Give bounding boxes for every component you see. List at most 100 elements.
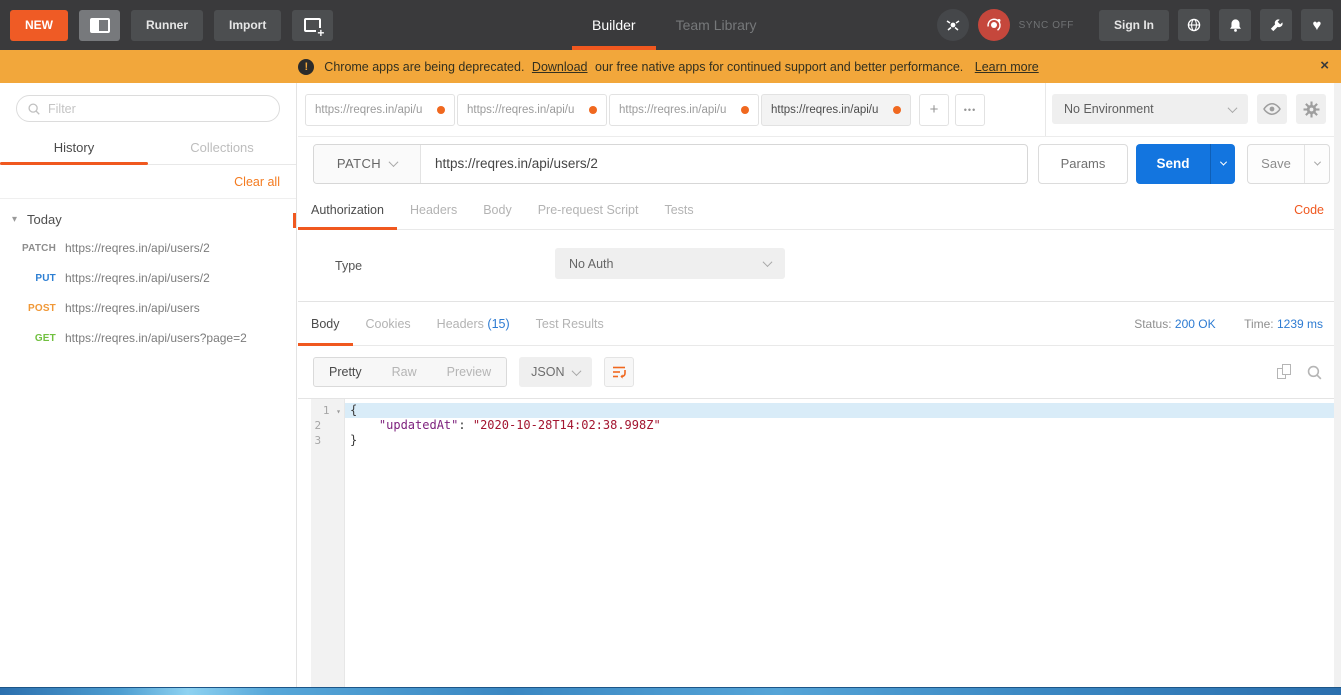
interceptor-button[interactable] [937,9,969,41]
filter-box [16,95,280,122]
send-button[interactable]: Send [1136,144,1210,184]
postman-app: NEW Runner Import Builder Team Library [0,0,1341,695]
json-value: "2020-10-28T14:02:38.998Z" [473,418,661,432]
request-tab[interactable]: https://reqres.in/api/u [457,94,607,126]
request-tab-label: https://reqres.in/api/u [467,104,574,116]
environment-settings-button[interactable] [1296,94,1326,124]
line-number-text: 2 [315,419,322,432]
tab-pre-request-script[interactable]: Pre-request Script [525,190,652,229]
view-raw[interactable]: Raw [377,358,432,386]
filter-input[interactable] [48,102,269,116]
header-left-actions: NEW Runner Import [10,10,333,41]
wrap-lines-button[interactable] [604,357,634,387]
banner-text: Chrome apps are being deprecated. Downlo… [324,60,1042,74]
history-item[interactable]: POST https://reqres.in/api/users [0,293,296,323]
tab-tests[interactable]: Tests [651,190,706,229]
sidebar: History Collections Clear all ▾ Today PA… [0,83,297,687]
unsaved-dot-icon [437,106,445,114]
interceptor-icon [945,17,961,33]
favorites-button[interactable]: ♥ [1301,9,1333,41]
time-label: Time: [1244,317,1274,331]
search-icon [27,102,41,116]
line-number-gutter: 1 ▾ 2 3 [311,399,345,687]
request-tab-label: https://reqres.in/api/u [315,104,422,116]
wrap-lines-icon [611,364,627,380]
history-item[interactable]: PUT https://reqres.in/api/users/2 [0,263,296,293]
url-input[interactable]: https://reqres.in/api/users/2 [421,145,1027,183]
chevron-down-icon [572,366,582,376]
tab-cookies[interactable]: Cookies [353,302,424,345]
notifications-button[interactable] [1219,9,1251,41]
environment-preview-button[interactable] [1257,94,1287,124]
auth-type-select[interactable]: No Auth [555,248,785,279]
response-actions [1277,364,1323,381]
history-group-today[interactable]: ▾ Today [0,199,296,233]
add-tab-button[interactable]: + [919,94,949,126]
tab-builder[interactable]: Builder [572,0,656,50]
sync-button[interactable] [978,9,1010,41]
new-window-button[interactable] [292,10,333,41]
code-area[interactable]: { "updatedAt": "2020-10-28T14:02:38.998Z… [345,399,1334,687]
new-button[interactable]: NEW [10,10,68,41]
heart-icon: ♥ [1313,18,1322,33]
response-body-editor[interactable]: 1 ▾ 2 3 { "updatedAt": "2020-10-28T14:02… [298,398,1334,687]
app-header: NEW Runner Import Builder Team Library [0,0,1341,50]
main-scrollbar[interactable] [1334,83,1341,687]
line-number-text: 3 [315,434,322,447]
line-number[interactable]: 1 ▾ [311,403,344,418]
tab-response-headers[interactable]: Headers (15) [424,302,523,345]
more-tabs-button[interactable]: ••• [955,94,985,126]
sidebar-toggle-button[interactable] [79,10,120,41]
history-url: https://reqres.in/api/users/2 [65,241,210,255]
download-link[interactable]: Download [532,60,588,74]
history-item[interactable]: PATCH https://reqres.in/api/users/2 [0,233,296,263]
method-value: PATCH [337,156,381,171]
request-tab[interactable]: https://reqres.in/api/u [609,94,759,126]
response-toolbar: Pretty Raw Preview JSON [298,346,1341,398]
tab-authorization[interactable]: Authorization [298,190,397,229]
learn-more-link[interactable]: Learn more [975,60,1039,74]
tab-history[interactable]: History [0,135,148,164]
request-tab-active[interactable]: https://reqres.in/api/u [761,94,911,126]
params-button[interactable]: Params [1038,144,1128,184]
send-options-button[interactable] [1210,144,1235,184]
clear-all-row: Clear all [0,165,296,199]
runner-button[interactable]: Runner [131,10,203,41]
chevron-down-icon [1228,103,1238,113]
banner-text-before: Chrome apps are being deprecated. [324,60,524,74]
history-item[interactable]: GET https://reqres.in/api/users?page=2 [0,323,296,353]
tab-test-results[interactable]: Test Results [523,302,617,345]
copy-icon[interactable] [1277,364,1293,380]
banner-close-icon[interactable]: × [1320,58,1329,73]
view-preview[interactable]: Preview [432,358,506,386]
fold-caret-icon[interactable]: ▾ [336,407,341,416]
chevron-down-icon [1313,159,1320,166]
line-number: 3 [311,433,344,448]
view-pretty[interactable]: Pretty [314,358,377,386]
method-select[interactable]: PATCH [314,145,421,183]
auth-type-label: Type [335,259,362,273]
request-tab-label: https://reqres.in/api/u [771,104,878,116]
globe-button[interactable] [1178,9,1210,41]
request-tab[interactable]: https://reqres.in/api/u [305,94,455,126]
tab-headers[interactable]: Headers [397,190,470,229]
sign-in-button[interactable]: Sign In [1099,10,1169,41]
settings-button[interactable] [1260,9,1292,41]
tab-body[interactable]: Body [470,190,525,229]
deprecation-banner: ! Chrome apps are being deprecated. Down… [0,50,1341,83]
save-button[interactable]: Save [1248,145,1304,183]
tab-collections[interactable]: Collections [148,135,296,164]
tab-team-library[interactable]: Team Library [656,0,777,50]
format-select[interactable]: JSON [519,357,592,387]
status-value: 200 OK [1175,317,1216,331]
method-label: POST [0,303,56,314]
import-button[interactable]: Import [214,10,281,41]
line-number-text: 1 [323,404,330,417]
environment-select[interactable]: No Environment [1052,94,1248,124]
tab-response-body[interactable]: Body [298,302,353,345]
request-builder-bar: PATCH https://reqres.in/api/users/2 Para… [298,137,1341,190]
save-options-button[interactable] [1304,145,1329,183]
search-response-icon[interactable] [1306,364,1323,381]
clear-all-link[interactable]: Clear all [234,175,280,189]
code-link[interactable]: Code [1294,190,1324,230]
